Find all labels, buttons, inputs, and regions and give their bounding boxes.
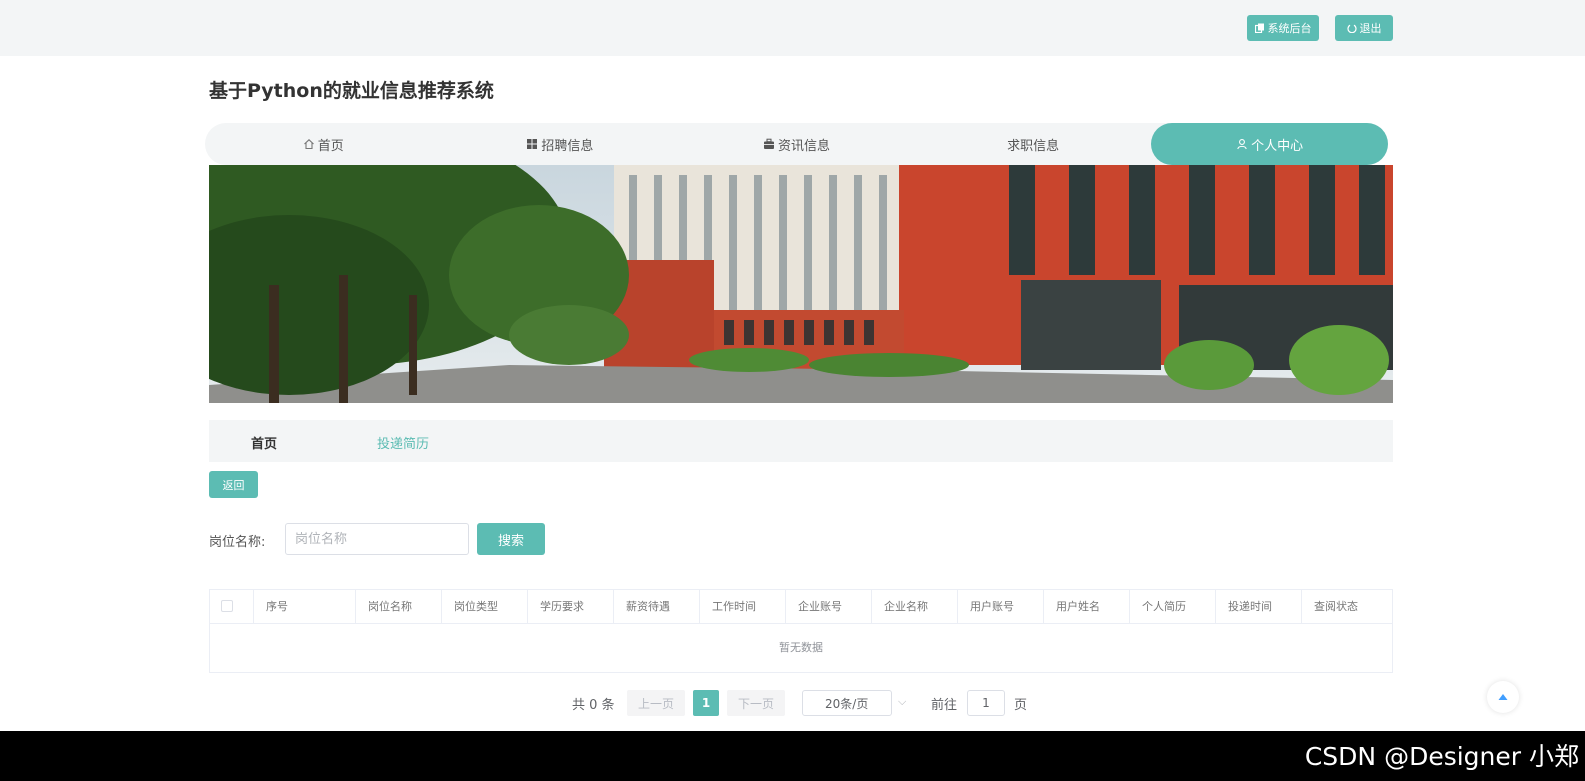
column-header[interactable]: 查阅状态 bbox=[1302, 590, 1392, 623]
sub-tabs: 首页 投递简历 bbox=[209, 420, 1393, 462]
chevron-down-icon[interactable]: ⌵ bbox=[898, 695, 906, 709]
copy-icon bbox=[1254, 23, 1264, 33]
tab-home[interactable]: 首页 bbox=[251, 433, 277, 452]
home-icon bbox=[303, 139, 314, 150]
nav-item-home[interactable]: 首页 bbox=[205, 123, 442, 165]
nav-item-label: 首页 bbox=[317, 138, 344, 154]
column-header[interactable]: 岗位名称 bbox=[356, 590, 442, 623]
column-header[interactable]: 个人简历 bbox=[1130, 590, 1216, 623]
power-icon bbox=[1346, 24, 1357, 33]
tab-submit-resume[interactable]: 投递简历 bbox=[377, 433, 429, 452]
page-size-value: 20条/页 bbox=[825, 696, 869, 711]
top-bar: 系统后台 退出 bbox=[0, 0, 1585, 56]
main-nav: 首页 招聘信息 资讯信息 求职信息 个人中心 bbox=[205, 123, 1388, 165]
nav-item-label: 个人中心 bbox=[1251, 138, 1304, 154]
system-backend-button[interactable]: 系统后台 bbox=[1247, 15, 1319, 41]
logout-label: 退出 bbox=[1359, 22, 1382, 35]
select-all-checkbox[interactable] bbox=[221, 600, 233, 612]
column-header[interactable]: 投递时间 bbox=[1216, 590, 1302, 623]
table-header: 序号 岗位名称 岗位类型 学历要求 薪资待遇 工作时间 企业账号 企业名称 用户… bbox=[210, 590, 1392, 624]
next-page-button[interactable]: 下一页 bbox=[727, 690, 785, 716]
nav-item-label: 招聘信息 bbox=[541, 138, 594, 154]
nav-item-job-seeking[interactable]: 求职信息 bbox=[915, 123, 1152, 165]
goto-page-input[interactable] bbox=[967, 690, 1005, 716]
site-title: 基于Python的就业信息推荐系统 bbox=[209, 80, 494, 102]
caret-up-icon bbox=[1498, 694, 1508, 700]
prev-page-button[interactable]: 上一页 bbox=[627, 690, 685, 716]
nav-item-news[interactable]: 资讯信息 bbox=[678, 123, 915, 165]
column-header[interactable]: 企业名称 bbox=[872, 590, 958, 623]
column-header[interactable]: 用户姓名 bbox=[1044, 590, 1130, 623]
empty-state: 暂无数据 bbox=[779, 641, 823, 654]
nav-item-label: 求职信息 bbox=[1007, 138, 1060, 154]
system-backend-label: 系统后台 bbox=[1267, 22, 1312, 35]
column-header[interactable]: 薪资待遇 bbox=[614, 590, 700, 623]
resume-table: 序号 岗位名称 岗位类型 学历要求 薪资待遇 工作时间 企业账号 企业名称 用户… bbox=[209, 589, 1393, 673]
back-button[interactable]: 返回 bbox=[209, 471, 258, 498]
banner-image bbox=[209, 165, 1393, 403]
nav-item-personal-center[interactable]: 个人中心 bbox=[1151, 123, 1388, 165]
page-number-current[interactable]: 1 bbox=[693, 690, 719, 716]
nav-item-jobs[interactable]: 招聘信息 bbox=[442, 123, 679, 165]
nav-item-label: 资讯信息 bbox=[777, 138, 830, 154]
search-label: 岗位名称: bbox=[209, 535, 266, 550]
grid-icon bbox=[527, 139, 538, 149]
page-unit-label: 页 bbox=[1014, 698, 1028, 713]
column-header[interactable]: 工作时间 bbox=[700, 590, 786, 623]
column-header[interactable]: 用户账号 bbox=[958, 590, 1044, 623]
back-to-top-button[interactable] bbox=[1487, 681, 1519, 713]
column-header[interactable]: 岗位类型 bbox=[442, 590, 528, 623]
watermark-text: CSDN @Designer 小郑 bbox=[1304, 742, 1579, 771]
search-button[interactable]: 搜索 bbox=[477, 523, 545, 555]
briefcase-icon bbox=[763, 138, 774, 149]
goto-label: 前往 bbox=[931, 698, 958, 713]
job-name-search-input[interactable] bbox=[285, 523, 469, 555]
column-header[interactable]: 序号 bbox=[254, 590, 356, 623]
logout-button[interactable]: 退出 bbox=[1335, 15, 1393, 41]
user-icon bbox=[1237, 139, 1247, 150]
select-all-cell bbox=[210, 590, 254, 623]
campus-building-illustration bbox=[209, 165, 1393, 403]
column-header[interactable]: 学历要求 bbox=[528, 590, 614, 623]
footer-bar: CSDN @Designer 小郑 bbox=[0, 731, 1585, 781]
pagination-total: 共 0 条 bbox=[572, 697, 615, 713]
column-header[interactable]: 企业账号 bbox=[786, 590, 872, 623]
page-size-select[interactable]: 20条/页 bbox=[802, 690, 892, 716]
